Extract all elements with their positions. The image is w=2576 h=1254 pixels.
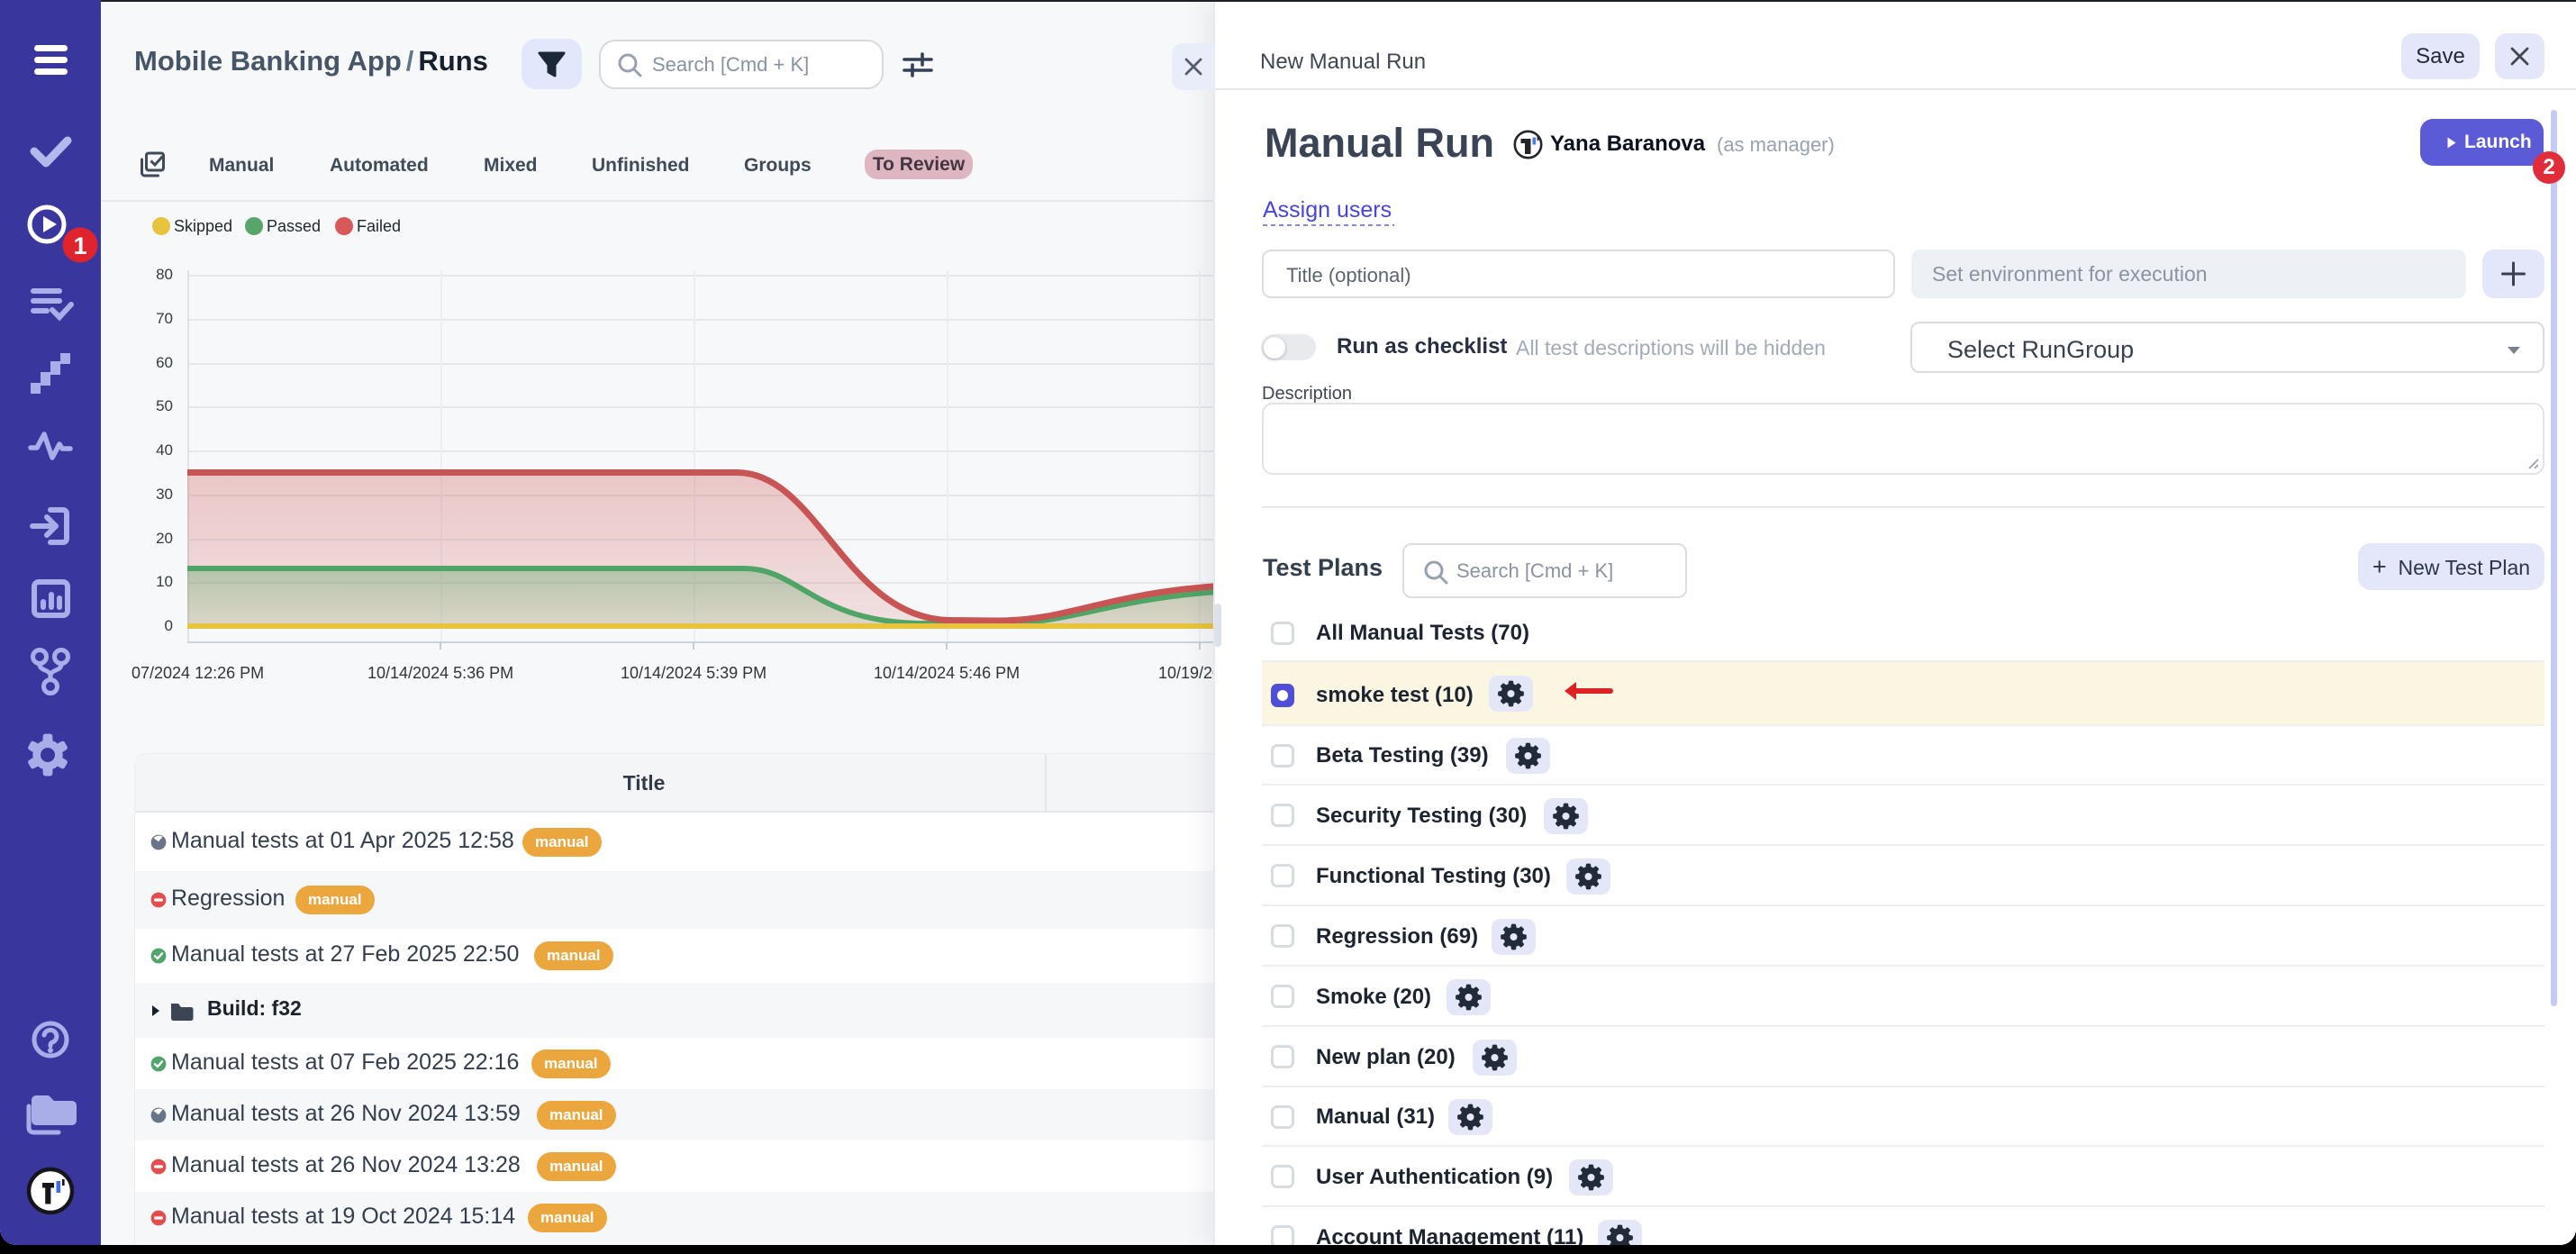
svg-text:1: 1 (73, 232, 86, 259)
